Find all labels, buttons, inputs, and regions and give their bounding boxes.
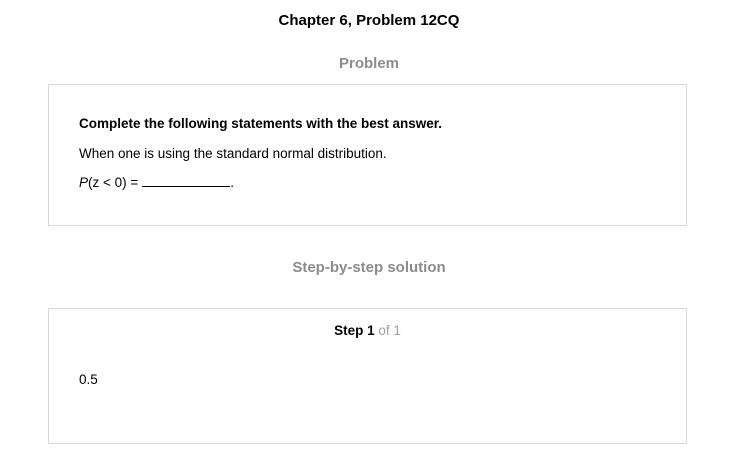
answer-blank bbox=[142, 175, 231, 187]
step-label: Step 1 bbox=[334, 323, 375, 338]
equation-variable: P bbox=[79, 175, 89, 190]
step-total: of 1 bbox=[378, 323, 401, 338]
step-indicator: Step 1 of 1 bbox=[49, 323, 686, 338]
page-title: Chapter 6, Problem 12CQ bbox=[278, 12, 460, 29]
problem-card: Complete the following statements with t… bbox=[48, 84, 687, 226]
equation-end: . bbox=[230, 175, 235, 190]
problem-statement: When one is using the standard normal di… bbox=[79, 146, 387, 161]
problem-equation: P(z < 0) =. bbox=[79, 175, 234, 190]
solution-heading: Step-by-step solution bbox=[292, 259, 446, 276]
problem-heading: Problem bbox=[338, 55, 399, 72]
solution-card: Step 1 of 1 0.5 bbox=[48, 308, 687, 444]
problem-instruction: Complete the following statements with t… bbox=[79, 116, 443, 131]
solution-answer: 0.5 bbox=[79, 372, 98, 387]
equation-expression: (z < 0) = bbox=[88, 175, 139, 190]
